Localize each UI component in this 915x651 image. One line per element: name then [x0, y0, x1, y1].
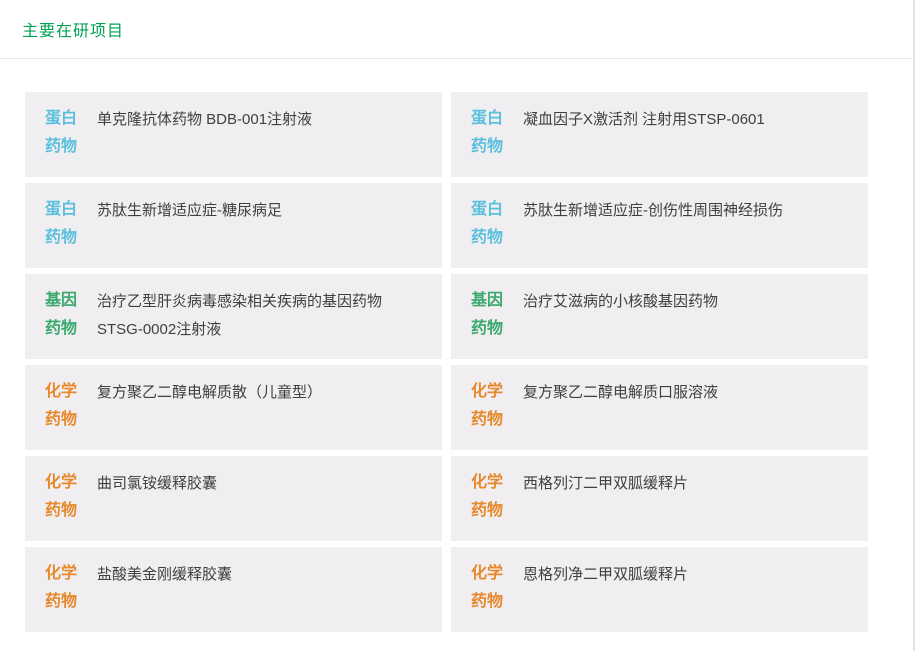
project-name: 治疗乙型肝炎病毒感染相关疾病的基因药物 STSG-0002注射液	[97, 287, 426, 344]
category-label: 蛋白药物	[471, 196, 505, 252]
project-name: 盐酸美金刚缓释胶囊	[97, 560, 232, 589]
category-label: 基因药物	[45, 287, 79, 343]
project-card: 蛋白药物 单克隆抗体药物 BDB-001注射液	[25, 92, 442, 177]
category-label: 基因药物	[471, 287, 505, 343]
project-card: 化学药物 西格列汀二甲双胍缓释片	[451, 456, 868, 541]
category-label: 蛋白药物	[471, 105, 505, 161]
category-label: 化学药物	[45, 560, 79, 616]
project-card: 化学药物 复方聚乙二醇电解质散（儿童型）	[25, 365, 442, 450]
project-card: 蛋白药物 苏肽生新增适应症-创伤性周围神经损伤	[451, 183, 868, 268]
projects-grid: 蛋白药物 单克隆抗体药物 BDB-001注射液 蛋白药物 凝血因子X激活剂 注射…	[25, 92, 868, 632]
project-name: 复方聚乙二醇电解质散（儿童型）	[97, 378, 322, 407]
category-label: 化学药物	[471, 560, 505, 616]
section-header: 主要在研项目	[0, 0, 913, 59]
project-card: 蛋白药物 苏肽生新增适应症-糖尿病足	[25, 183, 442, 268]
rd-projects-section: 主要在研项目 蛋白药物 单克隆抗体药物 BDB-001注射液 蛋白药物 凝血因子…	[0, 0, 915, 651]
project-name: 苏肽生新增适应症-创伤性周围神经损伤	[523, 196, 783, 225]
project-name: 恩格列净二甲双胍缓释片	[523, 560, 688, 589]
project-card: 化学药物 恩格列净二甲双胍缓释片	[451, 547, 868, 632]
project-card: 蛋白药物 凝血因子X激活剂 注射用STSP-0601	[451, 92, 868, 177]
project-name: 苏肽生新增适应症-糖尿病足	[97, 196, 282, 225]
category-label: 蛋白药物	[45, 196, 79, 252]
category-label: 蛋白药物	[45, 105, 79, 161]
project-name: 单克隆抗体药物 BDB-001注射液	[97, 105, 312, 134]
project-card: 化学药物 曲司氯铵缓释胶囊	[25, 456, 442, 541]
project-card: 基因药物 治疗乙型肝炎病毒感染相关疾病的基因药物 STSG-0002注射液	[25, 274, 442, 359]
category-label: 化学药物	[45, 378, 79, 434]
project-name: 曲司氯铵缓释胶囊	[97, 469, 217, 498]
category-label: 化学药物	[471, 469, 505, 525]
project-name: 凝血因子X激活剂 注射用STSP-0601	[523, 105, 765, 134]
project-name: 治疗艾滋病的小核酸基因药物	[523, 287, 718, 316]
category-label: 化学药物	[471, 378, 505, 434]
project-card: 基因药物 治疗艾滋病的小核酸基因药物	[451, 274, 868, 359]
project-card: 化学药物 复方聚乙二醇电解质口服溶液	[451, 365, 868, 450]
page-title: 主要在研项目	[22, 17, 124, 41]
project-name: 复方聚乙二醇电解质口服溶液	[523, 378, 718, 407]
category-label: 化学药物	[45, 469, 79, 525]
project-name: 西格列汀二甲双胍缓释片	[523, 469, 688, 498]
project-card: 化学药物 盐酸美金刚缓释胶囊	[25, 547, 442, 632]
